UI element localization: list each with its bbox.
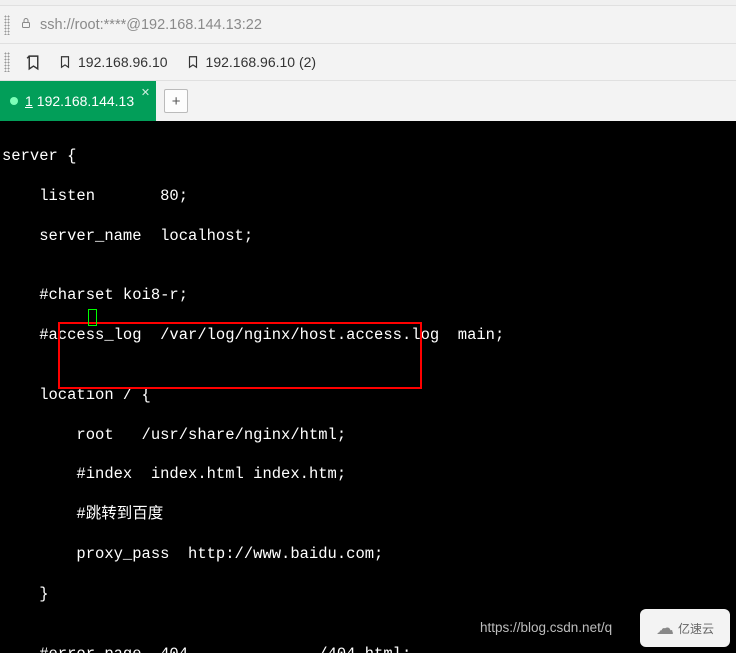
bookmark-item[interactable]: 192.168.96.10 [56,50,170,74]
tabs-bar: 1 192.168.144.13 ✕ + [0,81,736,121]
tab-session[interactable]: 1 192.168.144.13 ✕ [0,81,156,121]
address-text[interactable]: ssh://root:****@192.168.144.13:22 [40,17,262,33]
code-line: #access_log /var/log/nginx/host.access.l… [0,326,736,346]
drag-handle-icon[interactable] [4,52,10,72]
bookmark-icon [58,55,72,69]
code-line: location / { [0,386,736,406]
address-bar: ssh://root:****@192.168.144.13:22 [0,6,736,44]
bookmark-icon [186,55,200,69]
bookmark-label: 192.168.96.10 (2) [206,54,317,70]
drag-handle-icon[interactable] [4,15,10,35]
code-line: #error_page 404 /404.html; [0,645,736,653]
status-dot-icon [10,97,18,105]
tab-label: 192.168.144.13 [37,93,134,109]
code-line: server_name localhost; [0,227,736,247]
lock-icon [20,17,32,32]
code-line: proxy_pass http://www.baidu.com; [0,545,736,565]
bookmark-folder-icon[interactable] [24,53,42,71]
watermark-text: https://blog.csdn.net/q [480,618,612,638]
code-line: #charset koi8-r; [0,286,736,306]
tab-index: 1 [25,93,33,109]
cloud-icon: ☁ [656,618,674,639]
bookmarks-bar: 192.168.96.10 192.168.96.10 (2) [0,44,736,81]
corner-brand-logo: ☁ 亿速云 [640,609,730,647]
cursor-icon [88,309,97,326]
code-line: #index index.html index.htm; [0,465,736,485]
add-tab-button[interactable]: + [164,89,188,113]
code-line: } [0,585,736,605]
bookmark-item[interactable]: 192.168.96.10 (2) [184,50,319,74]
code-line: server { [0,147,736,167]
bookmark-label: 192.168.96.10 [78,54,168,70]
code-line: root /usr/share/nginx/html; [0,426,736,446]
code-line: #跳转到百度 [0,505,736,525]
terminal-pane[interactable]: server { listen 80; server_name localhos… [0,121,736,653]
brand-text: 亿速云 [678,620,714,637]
code-line: listen 80; [0,187,736,207]
close-icon[interactable]: ✕ [141,86,150,99]
